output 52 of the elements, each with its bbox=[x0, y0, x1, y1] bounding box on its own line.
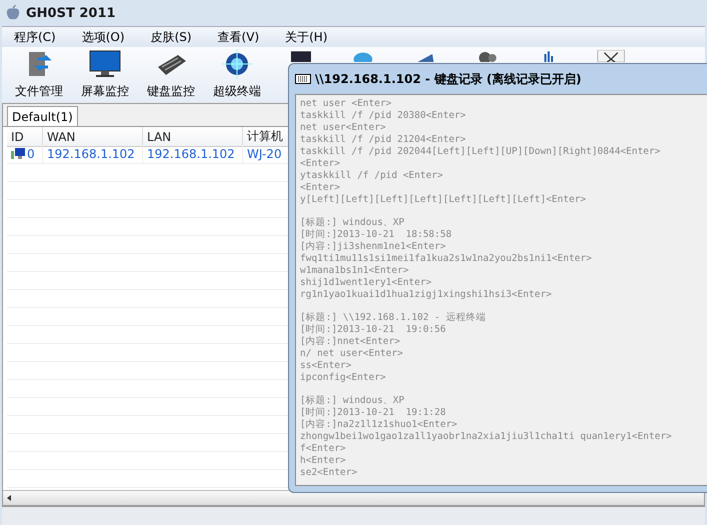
log-line: fwq1ti1mu11s1si1mei1fa1kua2s1w1na2you2bs1ni1<Enter> bbox=[300, 253, 593, 265]
toolbar-button[interactable]: 超级终端 bbox=[206, 49, 268, 101]
log-line: <Enter> bbox=[300, 158, 342, 170]
log-line: [内容:]na2z1l1z1shuo1<Enter> bbox=[300, 419, 458, 431]
keyboard-icon bbox=[295, 74, 311, 84]
log-line: rg1n1yao1kuai1d1hua1zigj1xingshi1hsi3<Enter> bbox=[300, 289, 553, 301]
log-line: taskkill /f /pid 21204<Enter> bbox=[300, 134, 467, 146]
toolbar-button[interactable]: 键盘监控 bbox=[140, 49, 202, 101]
log-line: ipconfig<Enter> bbox=[300, 372, 387, 384]
log-line: taskkill /f /pid 20380<Enter> bbox=[300, 110, 467, 122]
apple-icon bbox=[6, 5, 20, 21]
table-cell: 192.168.1.102 bbox=[143, 145, 243, 163]
log-line: zhongw1bei1wo1gao1za1l1yaobr1na2xia1jiu3l1cha1ti quan1ery1<Enter> bbox=[300, 431, 673, 443]
window-title: GH0ST 2011 bbox=[26, 6, 116, 20]
computer-icon bbox=[11, 148, 25, 160]
log-line: <Enter> bbox=[300, 182, 342, 194]
log-line: n/ net user<Enter> bbox=[300, 348, 404, 360]
log-line: [时间:]2013-10-21 18:58:58 bbox=[300, 229, 453, 241]
log-line: [标题:] windous、XP bbox=[300, 217, 406, 229]
column-header[interactable]: ID bbox=[7, 127, 43, 147]
log-line: [标题:] windous、XP bbox=[300, 395, 406, 407]
log-line: f<Enter> bbox=[300, 443, 347, 455]
log-line: w1mana1bs1n1<Enter> bbox=[300, 265, 410, 277]
log-line: ytaskkill /f /pid <Enter> bbox=[300, 170, 444, 182]
log-line: net user <Enter> bbox=[300, 98, 393, 110]
table-cell: 192.168.1.102 bbox=[43, 145, 143, 163]
column-header[interactable]: LAN bbox=[143, 127, 243, 147]
column-header[interactable]: 计算机 bbox=[243, 127, 289, 147]
log-line: y[Left][Left][Left][Left][Left][Left][Left]<Enter> bbox=[300, 194, 587, 206]
table-cell: 0 bbox=[7, 145, 43, 163]
log-line: [时间:]2013-10-21 19:0:56 bbox=[300, 324, 447, 336]
log-line: [时间:]2013-10-21 19:1:28 bbox=[300, 407, 447, 419]
column-header[interactable]: WAN bbox=[43, 127, 143, 147]
menu-item[interactable]: 关于(H) bbox=[273, 28, 342, 46]
log-line: [内容:]nnet<Enter> bbox=[300, 336, 402, 348]
menu-item[interactable]: 查看(V) bbox=[206, 28, 274, 46]
log-line: shij1d1went1ery1<Enter> bbox=[300, 277, 433, 289]
log-line: [内容:]ji3shenm1ne1<Enter> bbox=[300, 241, 447, 253]
toolbar-button[interactable]: 文件管理 bbox=[8, 49, 70, 101]
log-line: net user<Enter> bbox=[300, 122, 387, 134]
log-line: se2<Enter> bbox=[300, 467, 358, 479]
menu-item[interactable]: 皮肤(S) bbox=[138, 28, 206, 46]
menu-item[interactable]: 选项(O) bbox=[70, 28, 139, 46]
log-line: h<Enter> bbox=[300, 455, 347, 467]
log-line: ss<Enter> bbox=[300, 360, 352, 372]
dialog-title: \\192.168.1.102 - 键盘记录 (离线记录已开启) bbox=[315, 70, 582, 88]
log-line: taskkill /f /pid 202044[Left][Left][UP][Down][Right]0844<Enter> bbox=[300, 146, 662, 158]
tab[interactable]: Default(1) bbox=[7, 106, 78, 126]
menu-item[interactable]: 程序(C) bbox=[2, 28, 70, 46]
monitor-icon bbox=[88, 49, 122, 79]
toolbar-button[interactable]: 屏幕监控 bbox=[74, 49, 136, 101]
log-line: [标题:] \\192.168.1.102 - 远程终端 bbox=[300, 312, 487, 324]
